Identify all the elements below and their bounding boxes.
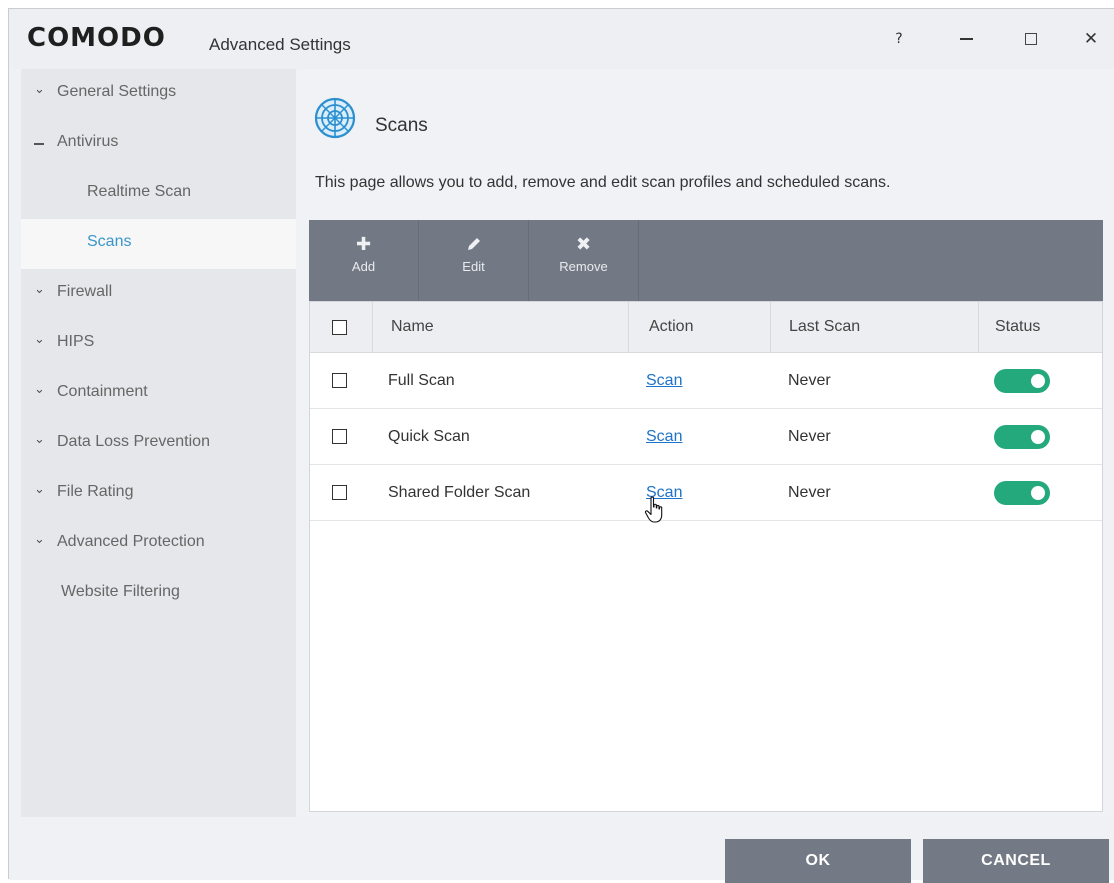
toggle-knob (1031, 485, 1045, 500)
scan-toolbar: ✚ Add Edit ✖ Remove (309, 220, 1103, 301)
action-cell: Scan (646, 465, 682, 520)
sidebar-item-label: Data Loss Prevention (57, 433, 210, 450)
radar-scan-icon (314, 97, 356, 139)
toggle-knob (1031, 429, 1045, 444)
title-bar: COMODO Advanced Settings ? ✕ (9, 9, 1114, 69)
sidebar-item-label: HIPS (57, 333, 95, 350)
sidebar-item-label: Firewall (57, 283, 113, 300)
column-header-action[interactable]: Action (628, 302, 770, 352)
sidebar-item-label: Realtime Scan (87, 183, 192, 200)
remove-button[interactable]: ✖ Remove (528, 220, 639, 301)
window-title: Advanced Settings (209, 35, 351, 54)
select-all-cell (332, 302, 372, 352)
row-select-cell (332, 353, 347, 408)
x-icon: ✖ (575, 233, 592, 254)
scan-link[interactable]: Scan (646, 484, 682, 502)
scan-name: Full Scan (388, 371, 455, 389)
collapse-minus-icon (34, 143, 44, 145)
scan-link[interactable]: Scan (646, 372, 682, 390)
add-label: Add (351, 259, 376, 274)
edit-label: Edit (462, 259, 485, 274)
sidebar-item-label: Scans (87, 233, 132, 250)
sidebar-item-label: Containment (57, 383, 148, 400)
help-icon: ? (895, 31, 903, 47)
sidebar-item-antivirus[interactable]: Antivirus (21, 119, 296, 169)
action-cell: Scan (646, 353, 682, 408)
help-button[interactable]: ? (879, 19, 919, 59)
sidebar-item-label: Website Filtering (61, 583, 180, 600)
table-row[interactable]: Shared Folder Scan Scan Never (310, 465, 1102, 521)
page-description: This page allows you to add, remove and … (315, 174, 891, 191)
ok-button[interactable]: OK (725, 839, 911, 883)
sidebar-item-realtime-scan[interactable]: Realtime Scan (21, 169, 296, 219)
comodo-logo: COMODO (27, 23, 166, 53)
plus-icon: ✚ (355, 233, 372, 254)
sidebar-item-website-filtering[interactable]: Website Filtering (21, 569, 296, 619)
last-scan-value: Never (788, 371, 831, 389)
sidebar-item-scans[interactable]: Scans (21, 219, 296, 269)
row-checkbox[interactable] (332, 373, 347, 388)
dialog-footer: OK CANCEL (9, 817, 1114, 883)
status-cell (994, 353, 1050, 408)
sidebar-item-general-settings[interactable]: ⌄ General Settings (21, 69, 296, 119)
pencil-icon (466, 233, 482, 255)
sidebar-item-advanced-protection[interactable]: ⌄ Advanced Protection (21, 519, 296, 569)
scan-name: Shared Folder Scan (388, 483, 531, 501)
chevron-down-icon: ⌄ (34, 281, 45, 296)
settings-sidebar: ⌄ General Settings Antivirus Realtime Sc… (21, 69, 296, 817)
sidebar-item-file-rating[interactable]: ⌄ File Rating (21, 469, 296, 519)
edit-button[interactable]: Edit (418, 220, 528, 301)
column-header-last-scan[interactable]: Last Scan (770, 302, 978, 352)
minimize-icon (959, 38, 973, 40)
status-toggle[interactable] (994, 368, 1050, 393)
column-header-name[interactable]: Name (372, 302, 628, 352)
chevron-down-icon: ⌄ (34, 81, 45, 96)
select-all-checkbox[interactable] (332, 319, 347, 335)
status-cell (994, 465, 1050, 520)
row-checkbox[interactable] (332, 429, 347, 444)
row-checkbox[interactable] (332, 485, 347, 500)
remove-label: Remove (559, 259, 608, 274)
chevron-down-icon: ⌄ (34, 481, 45, 496)
sidebar-item-label: File Rating (57, 483, 134, 500)
maximize-button[interactable] (1011, 19, 1051, 59)
status-cell (994, 409, 1050, 464)
chevron-down-icon: ⌄ (34, 381, 45, 396)
page-title: Scans (375, 115, 428, 136)
sidebar-item-containment[interactable]: ⌄ Containment (21, 369, 296, 419)
status-toggle[interactable] (994, 480, 1050, 505)
sidebar-item-label: Advanced Protection (57, 533, 205, 550)
table-header: Name Action Last Scan Status (310, 302, 1102, 353)
sidebar-item-hips[interactable]: ⌄ HIPS (21, 319, 296, 369)
sidebar-item-label: General Settings (57, 83, 177, 100)
sidebar-item-firewall[interactable]: ⌄ Firewall (21, 269, 296, 319)
table-row[interactable]: Quick Scan Scan Never (310, 409, 1102, 465)
sidebar-item-data-loss-prevention[interactable]: ⌄ Data Loss Prevention (21, 419, 296, 469)
advanced-settings-window: COMODO Advanced Settings ? ✕ ⌄ General S… (8, 8, 1114, 883)
last-scan-value: Never (788, 427, 831, 445)
minimize-button[interactable] (946, 19, 986, 59)
table-row[interactable]: Full Scan Scan Never (310, 353, 1102, 409)
chevron-down-icon: ⌄ (34, 531, 45, 546)
scan-link[interactable]: Scan (646, 428, 682, 446)
chevron-down-icon: ⌄ (34, 431, 45, 446)
chevron-down-icon: ⌄ (34, 331, 45, 346)
add-button[interactable]: ✚ Add (309, 220, 418, 301)
column-header-status[interactable]: Status (978, 302, 1102, 352)
close-button[interactable]: ✕ (1071, 19, 1111, 59)
cancel-button[interactable]: CANCEL (923, 839, 1109, 883)
status-toggle[interactable] (994, 424, 1050, 449)
action-cell: Scan (646, 409, 682, 464)
scans-table: Name Action Last Scan Status Full Scan S… (309, 301, 1103, 812)
scan-name: Quick Scan (388, 427, 470, 445)
last-scan-value: Never (788, 483, 831, 501)
scans-panel: Scans This page allows you to add, remov… (297, 69, 1114, 817)
toggle-knob (1031, 373, 1045, 388)
row-select-cell (332, 465, 347, 520)
row-select-cell (332, 409, 347, 464)
close-icon: ✕ (1083, 29, 1099, 49)
maximize-icon (1025, 33, 1037, 45)
sidebar-item-label: Antivirus (57, 133, 119, 150)
